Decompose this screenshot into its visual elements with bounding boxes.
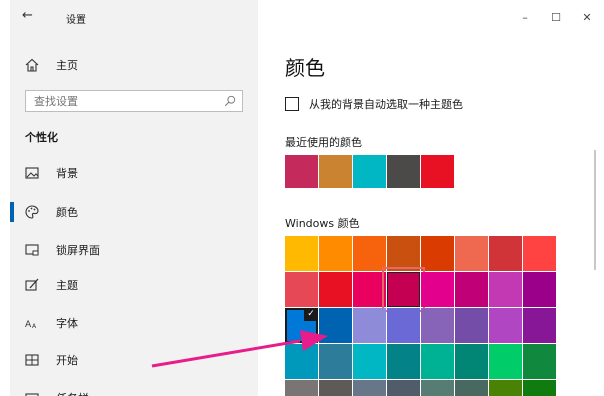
minimize-button[interactable]: – (510, 8, 540, 28)
sidebar-item-label: 字体 (56, 317, 78, 330)
selected-indicator (10, 202, 14, 222)
sidebar-item[interactable]: 背景 (10, 158, 258, 188)
windows-color-swatch[interactable] (285, 272, 318, 307)
sidebar-item-label: 锁屏界面 (56, 244, 100, 257)
start-grid-icon (25, 354, 39, 366)
sidebar-item[interactable]: 颜色 (10, 197, 258, 227)
home-label: 主页 (56, 59, 78, 72)
windows-color-swatch[interactable] (421, 272, 454, 307)
windows-color-swatch[interactable] (455, 344, 488, 379)
palette-icon (25, 205, 39, 219)
auto-pick-label: 从我的背景自动选取一种主题色 (309, 98, 463, 111)
recent-color-swatch[interactable] (353, 155, 386, 188)
sidebar: ← 设置 主页 个性化 背景颜色锁屏界面主题 AA 字体开始任务栏 (10, 0, 258, 396)
main-pane: – ☐ ✕ 颜色 从我的背景自动选取一种主题色 最近使用的颜色 Windows … (258, 0, 604, 396)
windows-color-swatch[interactable] (489, 236, 522, 271)
windows-color-swatch[interactable] (353, 236, 386, 271)
windows-color-swatch[interactable] (455, 236, 488, 271)
theme-brush-icon (25, 278, 39, 291)
check-icon: ✓ (304, 308, 318, 321)
windows-color-swatch[interactable] (421, 236, 454, 271)
windows-color-swatch[interactable] (523, 380, 556, 396)
windows-color-swatch[interactable] (455, 272, 488, 307)
windows-color-swatch[interactable]: ✓ (285, 308, 318, 343)
windows-color-swatch[interactable] (319, 380, 352, 396)
windows-colors-label: Windows 颜色 (285, 217, 360, 230)
auto-pick-checkbox[interactable] (285, 97, 299, 111)
windows-color-swatch[interactable] (353, 380, 386, 396)
picture-icon (25, 167, 39, 179)
sidebar-item-label: 颜色 (56, 206, 78, 219)
recent-colors-label: 最近使用的颜色 (285, 136, 362, 149)
font-icon: AA (25, 320, 37, 330)
svg-text:A: A (32, 323, 37, 330)
windows-color-swatch[interactable] (353, 308, 386, 343)
sidebar-item[interactable]: 锁屏界面 (10, 235, 258, 265)
windows-color-swatch[interactable] (319, 308, 352, 343)
windows-color-swatch[interactable] (455, 380, 488, 396)
search-box[interactable] (25, 90, 243, 112)
home-link[interactable]: 主页 (10, 50, 258, 80)
windows-color-swatch[interactable] (382, 267, 425, 312)
windows-color-swatch[interactable] (455, 308, 488, 343)
windows-color-swatch[interactable] (489, 380, 522, 396)
sidebar-item[interactable]: 主题 (10, 270, 258, 300)
windows-color-swatch[interactable] (523, 308, 556, 343)
highlight-box (382, 267, 425, 312)
scrollbar-thumb[interactable] (594, 150, 596, 270)
windows-color-swatch[interactable] (421, 308, 454, 343)
windows-color-swatch[interactable] (387, 380, 420, 396)
sidebar-item[interactable]: 开始 (10, 345, 258, 375)
windows-color-swatch[interactable] (353, 344, 386, 379)
svg-text:A: A (25, 320, 32, 330)
sidebar-item-label: 背景 (56, 167, 78, 180)
windows-color-swatch[interactable] (387, 308, 420, 343)
section-title: 个性化 (25, 131, 58, 144)
close-button[interactable]: ✕ (572, 8, 602, 28)
windows-color-swatch[interactable] (489, 344, 522, 379)
windows-color-swatch[interactable] (319, 344, 352, 379)
recent-color-swatch[interactable] (387, 155, 420, 188)
maximize-button[interactable]: ☐ (541, 8, 571, 28)
windows-color-swatch[interactable] (285, 380, 318, 396)
windows-color-swatch[interactable] (319, 272, 352, 307)
windows-color-swatch[interactable] (387, 344, 420, 379)
windows-color-swatch[interactable] (489, 308, 522, 343)
windows-color-swatch[interactable] (489, 272, 522, 307)
lock-screen-icon (25, 244, 39, 256)
search-input[interactable] (26, 91, 224, 111)
windows-color-swatch[interactable] (523, 272, 556, 307)
search-icon[interactable] (224, 95, 236, 107)
auto-pick-option[interactable]: 从我的背景自动选取一种主题色 (285, 96, 585, 114)
sidebar-item[interactable]: 任务栏 (10, 383, 258, 396)
recent-color-swatch[interactable] (421, 155, 454, 188)
taskbar-icon (25, 393, 39, 396)
sidebar-item-label: 任务栏 (56, 390, 89, 396)
sidebar-item-label: 开始 (56, 354, 78, 367)
sidebar-item[interactable]: A A 字体 (10, 308, 258, 338)
back-arrow-icon: ← (22, 8, 33, 23)
windows-color-swatch[interactable] (319, 236, 352, 271)
windows-color-swatch[interactable] (523, 236, 556, 271)
sidebar-item-label: 主题 (56, 279, 78, 292)
windows-color-swatch[interactable] (285, 344, 318, 379)
settings-window: ← 设置 主页 个性化 背景颜色锁屏界面主题AA字体开始任务栏 – ☐ ✕ 颜色… (10, 0, 604, 396)
windows-color-swatch[interactable] (523, 344, 556, 379)
window-title: 设置 (66, 15, 86, 26)
windows-color-swatch[interactable] (285, 236, 318, 271)
windows-color-swatch[interactable] (421, 344, 454, 379)
recent-color-swatch[interactable] (285, 155, 318, 188)
back-button[interactable]: ← (16, 8, 44, 28)
windows-color-swatch[interactable] (421, 380, 454, 396)
home-icon (25, 58, 39, 72)
page-title: 颜色 (285, 56, 325, 80)
recent-color-swatch[interactable] (319, 155, 352, 188)
windows-color-swatch[interactable] (387, 236, 420, 271)
